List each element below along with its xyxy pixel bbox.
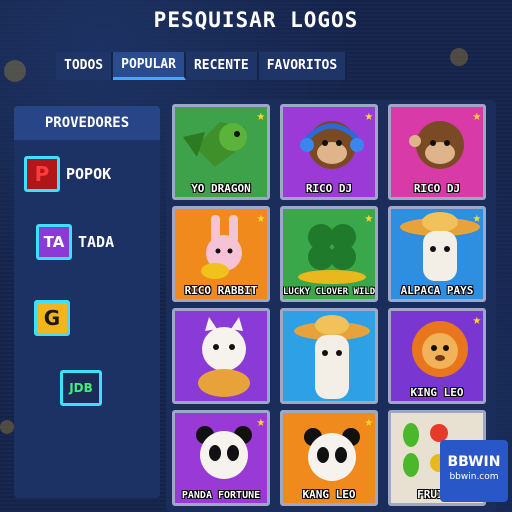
game-card-kang-leo[interactable]: ★ KANG LEO xyxy=(280,410,378,506)
game-title: ALPACA PAYS xyxy=(400,284,474,297)
star-icon[interactable]: ★ xyxy=(473,210,481,226)
game-card-panda-fortune[interactable]: ★ PANDA FORTUNE xyxy=(172,410,270,506)
coin-decoration xyxy=(0,420,14,434)
game-card-panda-cat[interactable] xyxy=(172,308,270,404)
provider-sidebar: PROVEDORES P POPOK TA TADA G JDB xyxy=(14,106,160,498)
brand-name: BBWIN xyxy=(447,454,501,470)
star-icon[interactable]: ★ xyxy=(473,312,481,328)
game-title: KING LEO xyxy=(410,386,464,399)
coin-decoration xyxy=(450,48,468,66)
game-card-yo-dragon[interactable]: ★ YO DRAGON xyxy=(172,104,270,200)
game-title: KANG LEO xyxy=(302,488,356,501)
star-icon[interactable]: ★ xyxy=(473,108,481,124)
tab-recente[interactable]: RECENTE xyxy=(185,52,259,80)
popok-logo-icon: P xyxy=(24,156,60,192)
coin-decoration xyxy=(4,60,26,82)
provider-jdb[interactable]: JDB xyxy=(60,370,102,406)
tab-bar: TODOS POPULAR RECENTE FAVORITOS xyxy=(56,52,348,80)
panda-cat-icon xyxy=(198,317,250,397)
game-title: RICO DJ xyxy=(413,182,461,195)
provider-label: TADA xyxy=(78,233,115,251)
star-icon[interactable]: ★ xyxy=(365,414,373,430)
game-title: LUCKY CLOVER WILD xyxy=(283,287,376,297)
star-icon[interactable]: ★ xyxy=(257,414,265,430)
alpaca-sombrero-icon xyxy=(294,315,370,399)
game-card-rico-dj[interactable]: ★ RICO DJ xyxy=(280,104,378,200)
g-logo-icon: G xyxy=(34,300,70,336)
tab-popular[interactable]: POPULAR xyxy=(113,52,186,80)
provider-tada[interactable]: TA TADA xyxy=(36,224,114,260)
jdb-logo-icon: JDB xyxy=(60,370,102,406)
tab-favoritos[interactable]: FAVORITOS xyxy=(258,52,348,80)
star-icon[interactable]: ★ xyxy=(257,210,265,226)
provider-g[interactable]: G xyxy=(34,300,70,336)
brand-site: bbwin.com xyxy=(449,472,499,482)
game-card-rico-rabbit[interactable]: ★ RICO RABBIT xyxy=(172,206,270,302)
game-card-alpaca-pays[interactable]: ★ ALPACA PAYS xyxy=(388,206,486,302)
star-icon[interactable]: ★ xyxy=(365,108,373,124)
game-title: PANDA FORTUNE xyxy=(181,490,261,501)
page-title: PESQUISAR LOGOS xyxy=(153,8,359,32)
provider-popok[interactable]: P POPOK xyxy=(24,156,111,192)
game-card-alpaca-sombrero[interactable] xyxy=(280,308,378,404)
game-card-lucky-clover-wild[interactable]: ★ LUCKY CLOVER WILD xyxy=(280,206,378,302)
provider-label: POPOK xyxy=(66,165,112,183)
game-title: RICO RABBIT xyxy=(184,284,258,297)
game-title: YO DRAGON xyxy=(191,182,251,195)
brand-badge[interactable]: BBWIN bbwin.com xyxy=(440,440,508,502)
tada-logo-icon: TA xyxy=(36,224,72,260)
star-icon[interactable]: ★ xyxy=(365,210,373,226)
game-title: RICO DJ xyxy=(305,182,353,195)
sidebar-header: PROVEDORES xyxy=(14,106,160,140)
tab-todos[interactable]: TODOS xyxy=(56,52,114,80)
game-card-rico-dj-2[interactable]: ★ RICO DJ xyxy=(388,104,486,200)
game-card-king-leo[interactable]: ★ KING LEO xyxy=(388,308,486,404)
star-icon[interactable]: ★ xyxy=(257,108,265,124)
